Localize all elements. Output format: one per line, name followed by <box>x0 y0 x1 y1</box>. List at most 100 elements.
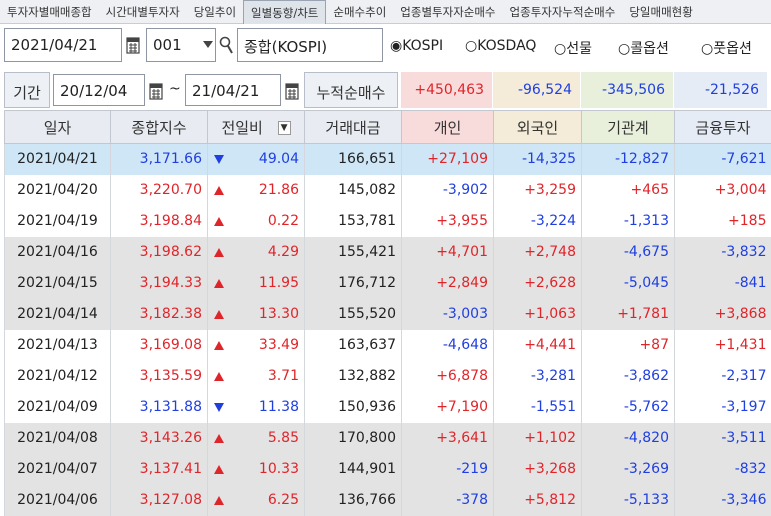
radio-unchecked-icon: ○ <box>701 41 714 57</box>
tab-2[interactable]: 당일추이 <box>187 0 243 23</box>
up-triangle-icon <box>214 464 224 474</box>
cell-institution: +1,781 <box>581 298 675 330</box>
cell-change: 0.22 <box>207 205 305 237</box>
table-row[interactable]: 2021/04/14 3,182.38 13.30 155,520 -3,003 +1,0… <box>4 298 771 330</box>
cell-financial-investment: -3,197 <box>674 391 771 423</box>
header-trading-value[interactable]: 거래대금 <box>304 110 402 144</box>
cell-date: 2021/04/20 <box>4 174 111 206</box>
radio-unchecked-icon: ○ <box>465 38 478 54</box>
cell-trading-value: 155,520 <box>304 298 402 330</box>
tab-5[interactable]: 업종별투자자순매수 <box>393 0 502 23</box>
table-row[interactable]: 2021/04/15 3,194.33 11.95 176,712 +2,849 +2,6… <box>4 267 771 299</box>
radio-kosdaq[interactable]: ○KOSDAQ <box>465 38 536 54</box>
up-triangle-icon <box>214 216 224 226</box>
period-to-input[interactable]: 21/04/21 <box>185 74 281 106</box>
table-row[interactable]: 2021/04/13 3,169.08 33.49 163,637 -4,648 +4,4… <box>4 329 771 361</box>
cell-date: 2021/04/08 <box>4 422 111 454</box>
table-row[interactable]: 2021/04/21 3,171.66 49.04 166,651 +27,109 -14… <box>4 143 771 175</box>
to-calendar-button[interactable] <box>282 74 302 108</box>
code-dropdown-button[interactable] <box>200 28 216 62</box>
radio-call-option[interactable]: ○콜옵션 <box>618 38 669 58</box>
table-row[interactable]: 2021/04/07 3,137.41 10.33 144,901 -219 +3,268… <box>4 453 771 485</box>
change-value: 0.22 <box>267 213 299 229</box>
down-triangle-icon <box>214 402 224 412</box>
cell-trading-value: 144,901 <box>304 453 402 485</box>
cell-financial-investment: +3,868 <box>674 298 771 330</box>
header-individual[interactable]: 개인 <box>401 110 494 144</box>
calendar-icon <box>285 83 299 100</box>
radio-put-option[interactable]: ○풋옵션 <box>701 38 752 58</box>
tab-0[interactable]: 투자자별매매종합 <box>0 0 99 23</box>
header-date[interactable]: 일자 <box>4 110 111 144</box>
period-label: 기간 <box>4 72 50 108</box>
table-row[interactable]: 2021/04/16 3,198.62 4.29 155,421 +4,701 +2,74… <box>4 236 771 268</box>
cell-individual: +7,190 <box>401 391 494 423</box>
tab-7[interactable]: 당일매매현황 <box>622 0 699 23</box>
tab-1[interactable]: 시간대별투자자 <box>99 0 187 23</box>
cell-change: 21.86 <box>207 174 305 206</box>
cell-date: 2021/04/21 <box>4 143 111 175</box>
table-row[interactable]: 2021/04/08 3,143.26 5.85 170,800 +3,641 +1,10… <box>4 422 771 454</box>
cell-foreign: +4,441 <box>493 329 582 361</box>
tab-3[interactable]: 일별동향/차트 <box>243 0 327 24</box>
date-input[interactable]: 2021/04/21 <box>4 28 122 62</box>
header-composite-index[interactable]: 종합지수 <box>110 110 208 144</box>
cell-trading-value: 145,082 <box>304 174 402 206</box>
table-header-row: 일자 종합지수 전일비 ▼ 거래대금 개인 외국인 기관계 금융투자 <box>4 110 771 144</box>
cell-date: 2021/04/06 <box>4 484 111 516</box>
header-financial-investment[interactable]: 금융투자 <box>674 110 771 144</box>
radio-futures[interactable]: ○선물 <box>554 38 592 58</box>
table-row[interactable]: 2021/04/12 3,135.59 3.71 132,882 +6,878 -3,28… <box>4 360 771 392</box>
cell-institution: -4,675 <box>581 236 675 268</box>
cell-index: 3,127.08 <box>110 484 208 516</box>
cum-individual-value: +450,463 <box>400 72 492 108</box>
cell-date: 2021/04/19 <box>4 205 111 237</box>
header-institution[interactable]: 기관계 <box>581 110 675 144</box>
cell-index: 3,171.66 <box>110 143 208 175</box>
sort-dropdown-icon[interactable]: ▼ <box>277 121 291 135</box>
cell-foreign: -1,551 <box>493 391 582 423</box>
cell-institution: -12,827 <box>581 143 675 175</box>
from-calendar-button[interactable] <box>146 74 166 108</box>
header-foreign[interactable]: 외국인 <box>493 110 582 144</box>
change-value: 49.04 <box>258 151 299 168</box>
cell-date: 2021/04/09 <box>4 391 111 423</box>
table-row[interactable]: 2021/04/06 3,127.08 6.25 136,766 -378 +5,812-… <box>4 484 771 516</box>
cum-institution-value: -345,506 <box>580 72 673 108</box>
cell-index: 3,143.26 <box>110 422 208 454</box>
cell-individual: +27,109 <box>401 143 494 175</box>
cell-trading-value: 176,712 <box>304 267 402 299</box>
cell-change: 33.49 <box>207 329 305 361</box>
cell-change: 6.25 <box>207 484 305 516</box>
cell-financial-investment: -2,317 <box>674 360 771 392</box>
cell-institution: -1,313 <box>581 205 675 237</box>
cell-trading-value: 132,882 <box>304 360 402 392</box>
cell-change: 5.85 <box>207 422 305 454</box>
tab-6[interactable]: 업종투자자누적순매수 <box>503 0 623 23</box>
cell-foreign: -3,224 <box>493 205 582 237</box>
tab-4[interactable]: 순매수추이 <box>326 0 393 23</box>
cell-date: 2021/04/13 <box>4 329 111 361</box>
search-icon <box>219 36 233 54</box>
search-button[interactable] <box>217 28 235 62</box>
cell-individual: +4,701 <box>401 236 494 268</box>
radio-kospi[interactable]: ◉KOSPI <box>390 38 443 54</box>
table-row[interactable]: 2021/04/20 3,220.70 21.86 145,082 -3,902 +3,2… <box>4 174 771 206</box>
cell-change: 13.30 <box>207 298 305 330</box>
cell-change: 49.04 <box>207 143 305 175</box>
cell-index: 3,137.41 <box>110 453 208 485</box>
calendar-button[interactable] <box>123 28 143 62</box>
header-change[interactable]: 전일비 ▼ <box>207 110 305 144</box>
table-row[interactable]: 2021/04/19 3,198.84 0.22 153,781 +3,955 -3,22… <box>4 205 771 237</box>
up-triangle-icon <box>214 340 224 350</box>
cell-date: 2021/04/15 <box>4 267 111 299</box>
radio-unchecked-icon: ○ <box>618 41 631 57</box>
cell-individual: -219 <box>401 453 494 485</box>
cell-institution: -5,133 <box>581 484 675 516</box>
table-row[interactable]: 2021/04/09 3,131.88 11.38 150,936 +7,190 -1,5… <box>4 391 771 423</box>
cell-institution: -3,862 <box>581 360 675 392</box>
change-value: 33.49 <box>258 337 299 353</box>
period-from-input[interactable]: 20/12/04 <box>53 74 145 106</box>
cell-change: 11.95 <box>207 267 305 299</box>
cell-foreign: +1,063 <box>493 298 582 330</box>
